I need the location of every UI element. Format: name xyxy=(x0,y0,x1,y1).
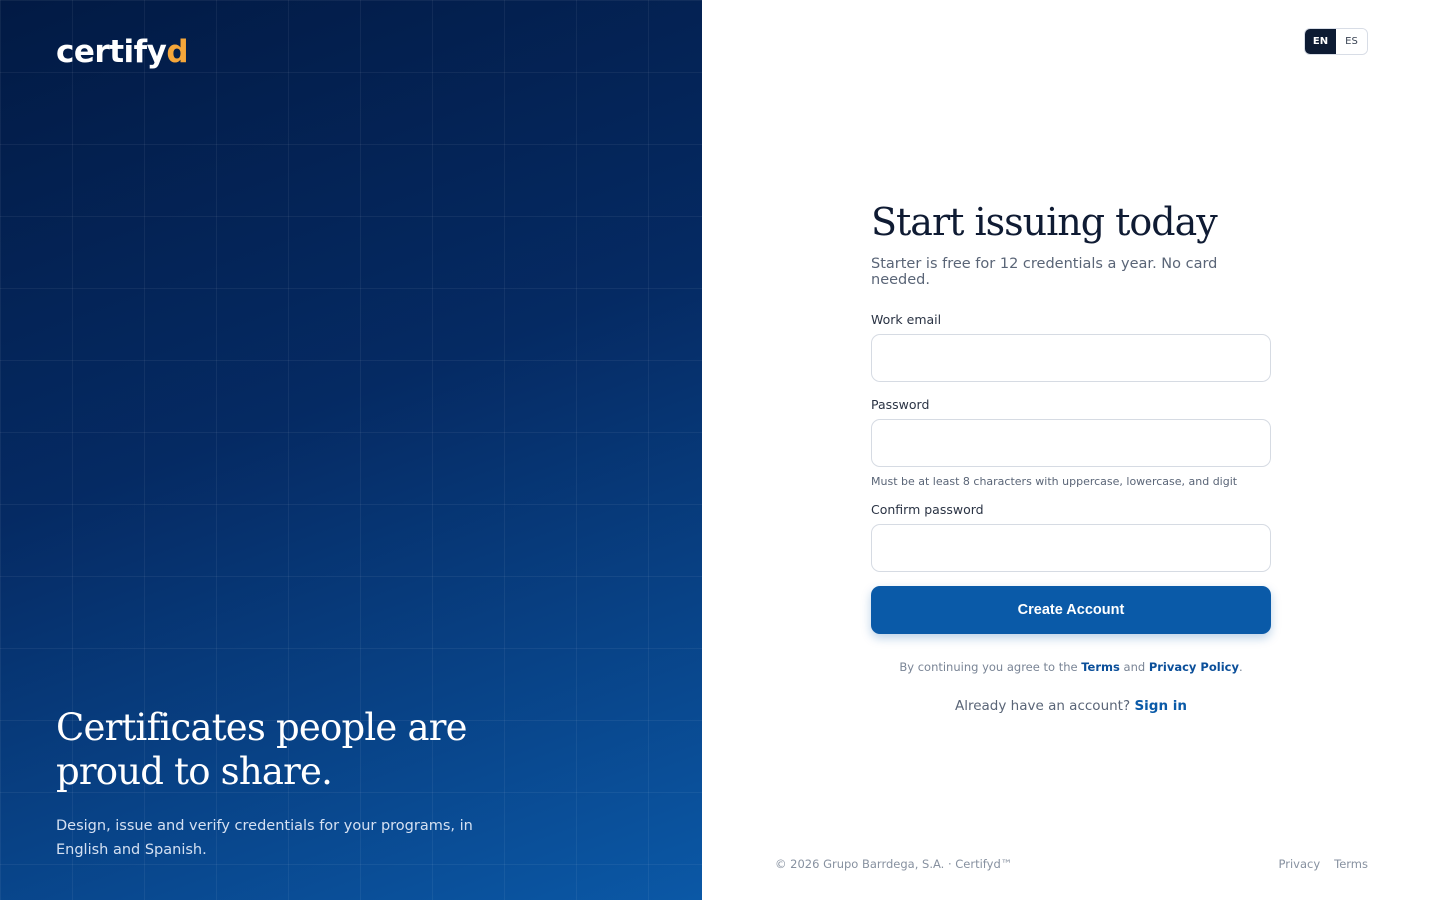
certifyd-logo[interactable]: certifyd xyxy=(56,34,189,70)
language-switcher: EN ES xyxy=(1304,28,1368,55)
privacy-policy-link[interactable]: Privacy Policy xyxy=(1149,660,1239,674)
create-account-button[interactable]: Create Account xyxy=(871,586,1271,634)
password-label: Password xyxy=(871,397,930,412)
terms-suffix: . xyxy=(1238,660,1243,674)
hero-subtitle: Design, issue and verify credentials for… xyxy=(56,818,473,858)
password-field-group: Password Must be at least 8 characters w… xyxy=(871,397,1271,488)
footer-privacy-link[interactable]: Privacy xyxy=(1278,857,1320,871)
footer-copyright: © 2026 Grupo Barrdega, S.A. · Certifyd™ xyxy=(775,857,1013,871)
footer-links: Privacy Terms xyxy=(1278,857,1368,871)
terms-and: and xyxy=(1123,660,1146,674)
page-subtitle: Starter is free for 12 credentials a yea… xyxy=(871,256,1218,288)
language-option-en[interactable]: EN xyxy=(1305,29,1336,54)
confirm-password-field[interactable] xyxy=(871,524,1271,572)
terms-link[interactable]: Terms xyxy=(1081,660,1120,674)
confirm-password-field-group: Confirm password xyxy=(871,502,1271,572)
hero-title: Certificates people are proud to share. xyxy=(56,706,468,793)
signin-prompt: Already have an account? Sign in xyxy=(871,698,1271,714)
logo-accent-letter: d xyxy=(166,34,189,70)
signin-prefix: Already have an account? xyxy=(954,698,1131,714)
terms-notice: By continuing you agree to the Terms and… xyxy=(871,660,1271,674)
confirm-password-label: Confirm password xyxy=(871,502,984,517)
password-field[interactable] xyxy=(871,419,1271,467)
password-hint: Must be at least 8 characters with upper… xyxy=(871,475,1238,488)
signin-link[interactable]: Sign in xyxy=(1134,698,1187,714)
signup-form: Start issuing today Starter is free for … xyxy=(871,198,1271,714)
language-option-es[interactable]: ES xyxy=(1336,29,1367,54)
footer-terms-link[interactable]: Terms xyxy=(1334,857,1368,871)
brand-panel: certifyd Certificates people are proud t… xyxy=(0,0,702,900)
logo-text: certify xyxy=(56,34,167,70)
page-title: Start issuing today xyxy=(871,200,1218,244)
email-label: Work email xyxy=(871,312,942,327)
hero-section: Certificates people are proud to share. … xyxy=(56,706,526,862)
email-field-group: Work email xyxy=(871,312,1271,382)
terms-prefix: By continuing you agree to the xyxy=(899,660,1078,674)
email-field[interactable] xyxy=(871,334,1271,382)
